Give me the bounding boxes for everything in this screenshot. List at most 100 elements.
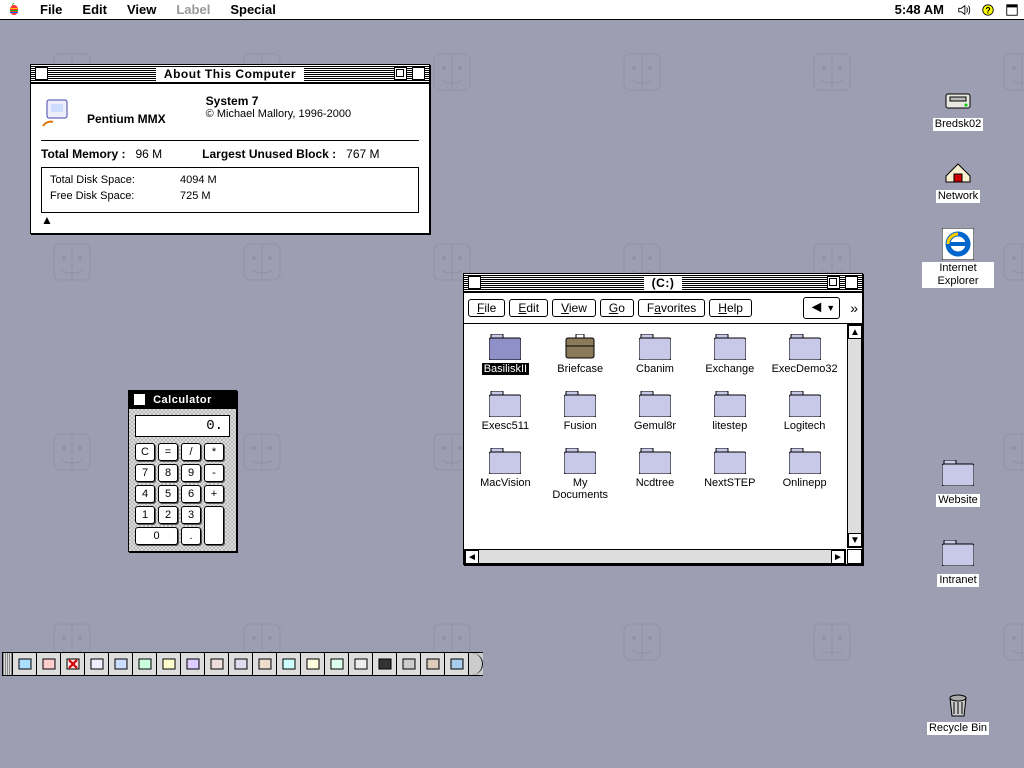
desktop-icon-website[interactable]: Website	[922, 460, 994, 507]
zoom-icon[interactable]	[827, 276, 840, 289]
windowshade-icon[interactable]	[412, 67, 425, 80]
dock-button-17[interactable]	[421, 653, 445, 675]
scroll-left-icon[interactable]: ◄	[465, 550, 479, 564]
dock-button-0[interactable]	[13, 653, 37, 675]
folder-item[interactable]: MacVision	[470, 448, 541, 501]
folder-item[interactable]: Ncdtree	[620, 448, 691, 501]
calc-key-2[interactable]: 2	[158, 506, 178, 524]
close-icon[interactable]	[35, 67, 48, 80]
overflow-chevron-icon[interactable]: »	[850, 300, 858, 316]
dock-button-18[interactable]	[445, 653, 469, 675]
menubar-clock[interactable]: 5:48 AM	[887, 2, 952, 17]
icon-label: Bredsk02	[933, 118, 983, 131]
close-icon[interactable]	[468, 276, 481, 289]
calc-key-7[interactable]: 7	[135, 464, 155, 482]
drive-c-titlebar[interactable]: (C:)	[464, 274, 862, 293]
dock-button-9[interactable]	[229, 653, 253, 675]
dock-button-16[interactable]	[397, 653, 421, 675]
folder-item[interactable]: Briefcase	[545, 334, 616, 375]
folder-item[interactable]: BasiliskII	[470, 334, 541, 375]
horizontal-scrollbar[interactable]: ◄ ►	[464, 549, 846, 564]
calc-key-/[interactable]: /	[181, 443, 201, 461]
folder-item[interactable]: Fusion	[545, 391, 616, 432]
zoom-icon[interactable]	[394, 67, 407, 80]
dock-button-4[interactable]	[109, 653, 133, 675]
folder-item[interactable]: Cbanim	[620, 334, 691, 375]
calc-key--[interactable]: -	[204, 464, 224, 482]
calc-key-*[interactable]: *	[204, 443, 224, 461]
calc-key-=[interactable]: =	[158, 443, 178, 461]
finder-menu-go[interactable]: Go	[600, 299, 634, 317]
folder-item[interactable]: NextSTEP	[694, 448, 765, 501]
resize-handle-icon[interactable]	[847, 549, 862, 564]
dock-button-13[interactable]	[325, 653, 349, 675]
sound-icon[interactable]	[955, 1, 973, 19]
dock-button-8[interactable]	[205, 653, 229, 675]
folder-icon	[489, 391, 521, 417]
dock-button-14[interactable]	[349, 653, 373, 675]
dock-button-7[interactable]	[181, 653, 205, 675]
folder-item[interactable]: Exchange	[694, 334, 765, 375]
help-icon[interactable]: ?	[979, 1, 997, 19]
folder-item[interactable]: Exesc511	[470, 391, 541, 432]
calc-key-enter[interactable]	[204, 506, 224, 545]
unused-label: Largest Unused Block :	[202, 147, 336, 161]
apple-menu-icon[interactable]	[6, 2, 22, 18]
calc-key-8[interactable]: 8	[158, 464, 178, 482]
scroll-up-icon[interactable]: ▲	[848, 325, 862, 339]
desktop-icon-ie[interactable]: Internet Explorer	[922, 228, 994, 288]
calc-key-+[interactable]: +	[204, 485, 224, 503]
calc-key-4[interactable]: 4	[135, 485, 155, 503]
about-titlebar[interactable]: About This Computer	[31, 65, 429, 84]
dock-button-15[interactable]	[373, 653, 397, 675]
vertical-scrollbar[interactable]: ▲ ▼	[847, 324, 862, 548]
desktop-icon-recycle[interactable]: Recycle Bin	[922, 688, 994, 735]
calc-key-.[interactable]: .	[181, 527, 201, 545]
icon-label: Network	[936, 190, 980, 203]
nav-back-button[interactable]: ◄ ▼	[803, 297, 840, 319]
icon-label: Website	[936, 494, 980, 507]
disk-free-label: Free Disk Space:	[50, 190, 150, 202]
folder-item[interactable]: Gemul8r	[620, 391, 691, 432]
calc-key-5[interactable]: 5	[158, 485, 178, 503]
close-icon[interactable]	[133, 393, 146, 406]
dock-button-3[interactable]	[85, 653, 109, 675]
calc-key-3[interactable]: 3	[181, 506, 201, 524]
menu-file[interactable]: File	[30, 2, 72, 17]
calculator-titlebar[interactable]: Calculator	[129, 391, 236, 409]
finder-menu-file[interactable]: File	[468, 299, 505, 317]
finder-menu-edit[interactable]: Edit	[509, 299, 548, 317]
calc-key-0[interactable]: 0	[135, 527, 178, 545]
folder-item[interactable]: My Documents	[545, 448, 616, 501]
menu-view[interactable]: View	[117, 2, 166, 17]
scroll-right-icon[interactable]: ►	[831, 550, 845, 564]
finder-menu-view[interactable]: View	[552, 299, 596, 317]
desktop-icon-bredsk02[interactable]: Bredsk02	[922, 84, 994, 131]
app-switcher-icon[interactable]	[1003, 1, 1021, 19]
folder-item[interactable]: Onlinepp	[769, 448, 840, 501]
finder-menu-help[interactable]: Help	[709, 299, 752, 317]
dock-button-10[interactable]	[253, 653, 277, 675]
finder-menu-favorites[interactable]: Favorites	[638, 299, 705, 317]
calc-key-6[interactable]: 6	[181, 485, 201, 503]
folder-item[interactable]: ExecDemo32	[769, 334, 840, 375]
calc-key-9[interactable]: 9	[181, 464, 201, 482]
dock-button-6[interactable]	[157, 653, 181, 675]
menu-edit[interactable]: Edit	[72, 2, 117, 17]
dock-button-1[interactable]	[37, 653, 61, 675]
dock-button-5[interactable]	[133, 653, 157, 675]
desktop-icon-network[interactable]: Network	[922, 156, 994, 203]
desktop-icon-intranet[interactable]: Intranet	[922, 540, 994, 587]
folder-item[interactable]: Logitech	[769, 391, 840, 432]
dock-button-2[interactable]	[61, 653, 85, 675]
folder-item[interactable]: litestep	[694, 391, 765, 432]
dock-button-11[interactable]	[277, 653, 301, 675]
menu-special[interactable]: Special	[220, 2, 286, 17]
calc-key-1[interactable]: 1	[135, 506, 155, 524]
windowshade-icon[interactable]	[845, 276, 858, 289]
scroll-up-icon[interactable]: ▲	[41, 213, 419, 227]
calc-key-C[interactable]: C	[135, 443, 155, 461]
scroll-down-icon[interactable]: ▼	[848, 533, 862, 547]
dock-grip-icon[interactable]	[3, 653, 13, 675]
dock-button-12[interactable]	[301, 653, 325, 675]
